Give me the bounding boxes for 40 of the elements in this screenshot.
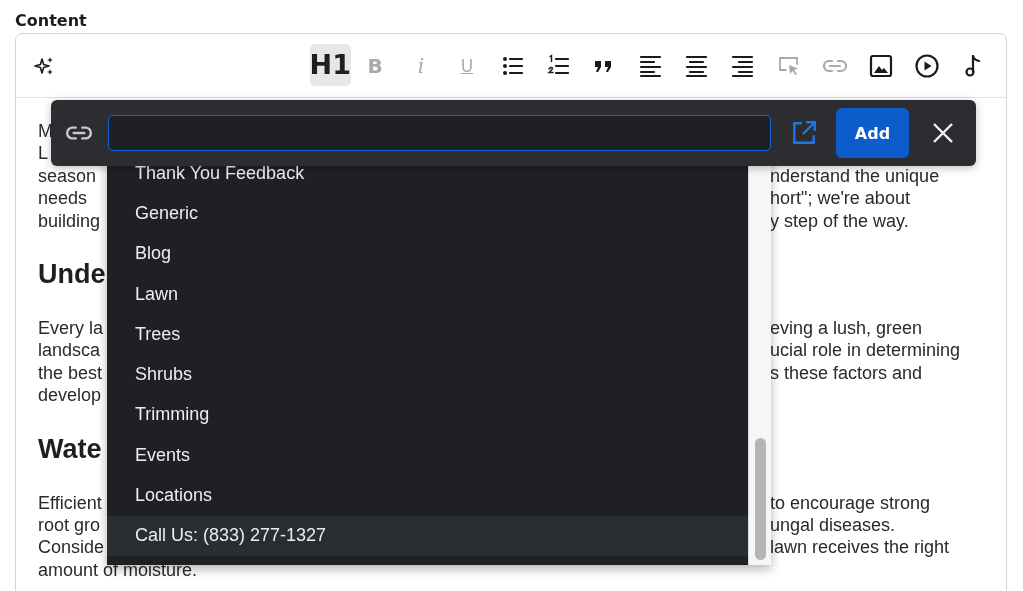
heading-text: Unde bbox=[38, 257, 106, 291]
paragraph-text: ungal diseases. bbox=[770, 513, 896, 537]
paragraph-text: s these factors and bbox=[770, 361, 923, 385]
suggestion-item[interactable]: Blog bbox=[107, 233, 748, 274]
external-link-icon[interactable] bbox=[790, 119, 818, 147]
suggestion-item[interactable]: Trimming bbox=[107, 394, 748, 436]
suggestion-item[interactable]: Trees bbox=[107, 314, 748, 355]
add-button[interactable]: Add bbox=[836, 108, 909, 158]
paragraph-text: to encourage strong bbox=[770, 491, 931, 514]
paragraph-text: eving a lush, green bbox=[770, 316, 923, 340]
suggestion-item[interactable]: Generic bbox=[107, 193, 748, 234]
image-icon bbox=[868, 52, 894, 79]
paragraph-text: ucial role in determining bbox=[770, 339, 961, 362]
paragraph-text: the best bbox=[38, 361, 103, 385]
heading-text: Wate bbox=[38, 432, 102, 466]
scrollbar-thumb[interactable] bbox=[755, 438, 766, 560]
paragraph-text: season bbox=[38, 164, 97, 188]
play-icon bbox=[914, 52, 940, 79]
url-input-field[interactable] bbox=[108, 115, 771, 151]
paragraph-text: needs bbox=[38, 187, 88, 210]
paragraph-text: nderstand the unique bbox=[770, 164, 940, 188]
paragraph-text: building bbox=[38, 209, 101, 232]
suggestion-item[interactable]: Events bbox=[107, 435, 748, 476]
paragraph-text: hort"; we're about bbox=[770, 187, 910, 210]
field-label: Content bbox=[15, 10, 88, 32]
suggestion-item[interactable]: Locations bbox=[107, 475, 748, 516]
suggestion-item[interactable]: Call Us: (833) 277-1327 bbox=[107, 515, 748, 556]
paragraph-text: lawn receives the right bbox=[770, 536, 950, 559]
paragraph-text: Conside bbox=[38, 536, 105, 559]
paragraph-text: L bbox=[38, 142, 48, 165]
suggestion-item[interactable]: Lawn bbox=[107, 273, 748, 315]
paragraph-text: root gro bbox=[38, 513, 101, 537]
paragraph-text: y step of the way. bbox=[770, 209, 909, 232]
suggestion-item[interactable]: Shrubs bbox=[107, 354, 748, 395]
paragraph-text: landsca bbox=[38, 339, 101, 362]
paragraph-text: Efficient bbox=[38, 491, 102, 514]
paragraph-text: develop bbox=[38, 384, 102, 407]
close-icon[interactable] bbox=[932, 122, 954, 144]
heading-button[interactable]: H1 bbox=[309, 44, 351, 86]
paragraph-text: Every la bbox=[38, 316, 104, 340]
